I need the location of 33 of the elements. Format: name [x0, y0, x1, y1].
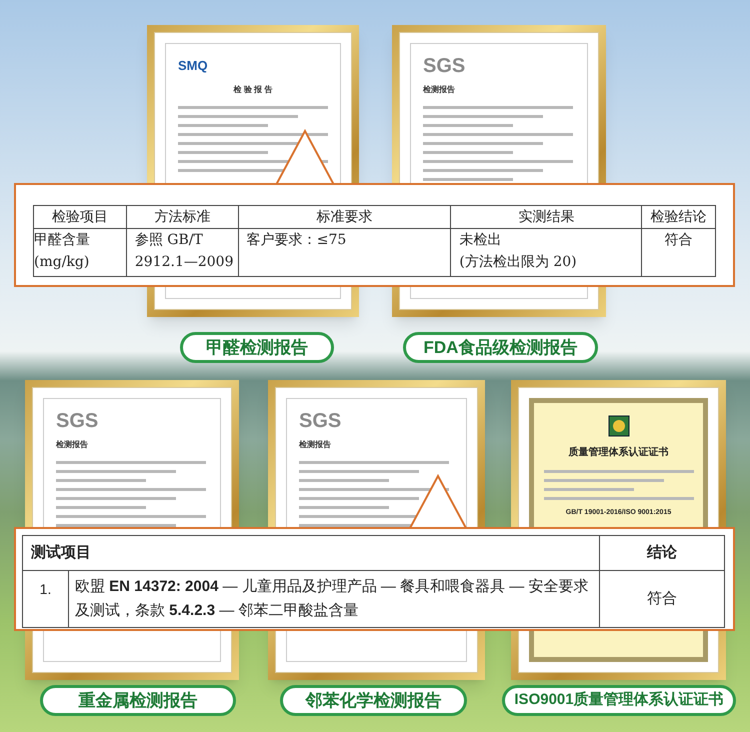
- table-cell-text: (方法检出限为 20): [459, 253, 578, 272]
- conclusion-text: 符合: [600, 570, 724, 628]
- column-header: 结论: [600, 536, 724, 570]
- document-title: 检测报告: [299, 439, 332, 451]
- table-cell-text: 2912.1—2009: [134, 253, 234, 272]
- table-cell-text: 未检出: [459, 231, 502, 250]
- document-logo: SGS: [423, 56, 466, 76]
- report-label: 重金属检测报告: [40, 685, 236, 716]
- document-logo: SMQ: [178, 57, 209, 75]
- document-logo: SGS: [56, 411, 100, 431]
- column-header: 检验结论: [642, 206, 716, 228]
- column-header: 方法标准: [126, 206, 238, 228]
- column-header: 标准要求: [238, 206, 451, 228]
- report-label: ISO9001质量管理体系认证证书: [502, 685, 736, 716]
- column-header: 实测结果: [450, 206, 642, 228]
- document-title: 检 验 报 告: [234, 84, 272, 96]
- table-cell-text: (mg/kg): [34, 253, 90, 272]
- report-label: FDA食品级检测报告: [403, 332, 598, 363]
- table-cell-text: 客户要求：≤75: [246, 231, 348, 250]
- row-number: 1.: [22, 570, 68, 628]
- column-header: 检验项目: [34, 206, 126, 228]
- certificate-title: 质量管理体系认证证书: [568, 446, 668, 460]
- table-cell-text: 符合: [664, 231, 694, 250]
- document-title: 检测报告: [423, 84, 456, 96]
- report-label: 甲醛检测报告: [180, 332, 334, 363]
- column-header: 测试项目: [22, 536, 600, 570]
- table-cell-text: 参照 GB/T: [134, 231, 204, 250]
- table-cell-text: 甲醛含量: [34, 231, 91, 250]
- test-item-text: 欧盟 EN 14372: 2004 — 儿童用品及护理产品 — 餐具和喂食器具 — 安全要求及测试，条款 5.4.2.3 — 邻苯二甲酸盐含量: [68, 570, 600, 628]
- certification-logo-icon: [608, 415, 630, 437]
- report-label: 邻苯化学检测报告: [280, 685, 467, 716]
- document-title: 检测报告: [56, 439, 89, 451]
- document-logo: SGS: [299, 411, 342, 431]
